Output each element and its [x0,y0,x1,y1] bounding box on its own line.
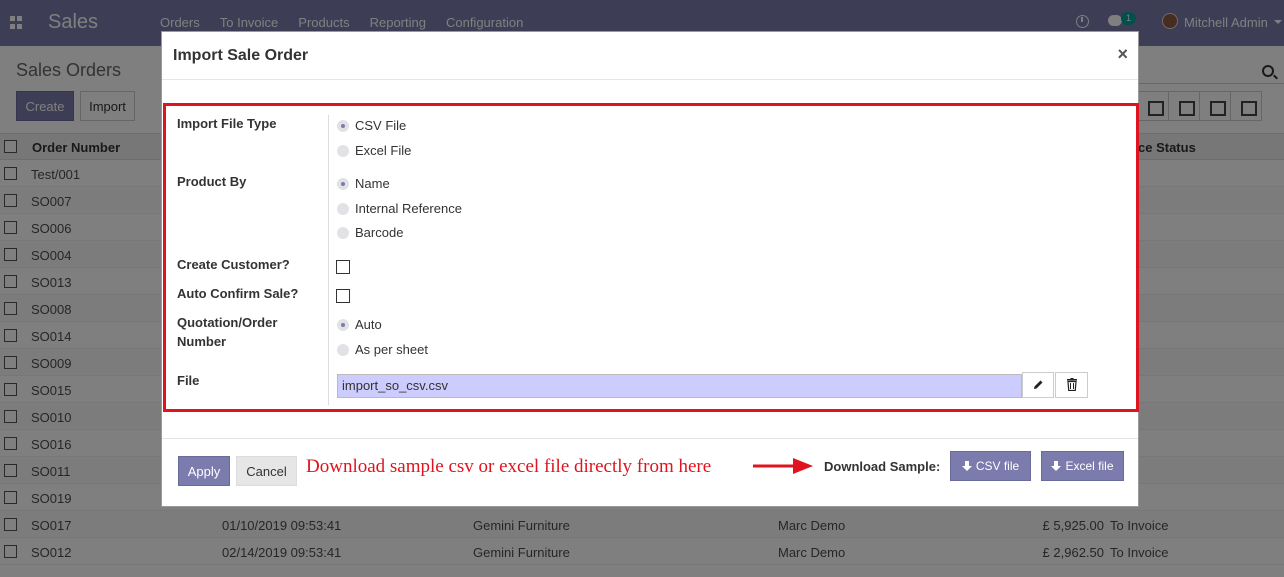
import-sale-order-dialog: Import Sale Order × Import File Type CSV… [161,31,1139,507]
file-label: File [177,373,200,388]
radio-dot[interactable] [337,177,349,190]
radio-order-auto[interactable]: Auto [337,317,382,332]
radio-dot[interactable] [337,202,349,215]
radio-dot[interactable] [337,144,349,157]
order-number-label-line1: Quotation/Order [177,315,278,330]
download-hint-note: Download sample csv or excel file direct… [306,456,712,477]
radio-dot[interactable] [337,318,349,331]
radio-product-name[interactable]: Name [337,176,390,191]
radio-excel-file[interactable]: Excel File [337,143,411,158]
radio-csv-file[interactable]: CSV File [337,118,406,133]
download-icon [961,461,972,471]
apply-button[interactable]: Apply [178,456,230,486]
auto-confirm-checkbox[interactable] [336,289,350,303]
radio-label: Internal Reference [355,201,462,216]
pencil-icon [1034,380,1043,389]
radio-label: Auto [355,317,382,332]
radio-dot[interactable] [337,119,349,132]
radio-dot[interactable] [337,226,349,239]
download-excel-button[interactable]: Excel file [1041,451,1124,481]
auto-confirm-label: Auto Confirm Sale? [177,286,299,301]
radio-label: CSV File [355,118,407,133]
radio-order-as-per-sheet[interactable]: As per sheet [337,342,428,357]
create-customer-checkbox[interactable] [336,260,350,274]
csv-button-label: CSV file [975,459,1020,473]
radio-label: Barcode [355,225,404,240]
import-file-type-label: Import File Type [177,116,277,131]
radio-label: Name [355,176,390,191]
create-customer-label: Create Customer? [177,257,290,272]
radio-label: Excel File [355,143,412,158]
highlight-frame [163,103,1139,412]
radio-barcode[interactable]: Barcode [337,225,403,240]
download-icon [1051,461,1062,471]
close-icon[interactable]: × [1117,44,1128,65]
modal-footer: Apply Cancel Download sample csv or exce… [162,438,1138,507]
arrow-right-icon [753,458,813,474]
modal-header: Import Sale Order × [162,32,1138,80]
order-number-label-line2: Number [177,334,227,349]
download-sample-label: Download Sample: [824,459,941,474]
excel-button-label: Excel file [1065,459,1114,473]
cancel-button[interactable]: Cancel [236,456,297,486]
modal-title: Import Sale Order [173,47,309,64]
radio-label: As per sheet [355,342,428,357]
trash-icon [1067,378,1077,391]
clear-file-button[interactable] [1055,372,1088,398]
product-by-label: Product By [177,174,247,189]
download-csv-button[interactable]: CSV file [950,451,1031,481]
edit-file-button[interactable] [1022,372,1054,398]
form-divider [328,115,329,405]
radio-internal-reference[interactable]: Internal Reference [337,201,462,216]
file-field[interactable]: import_so_csv.csv [337,374,1022,398]
radio-dot[interactable] [337,343,349,356]
